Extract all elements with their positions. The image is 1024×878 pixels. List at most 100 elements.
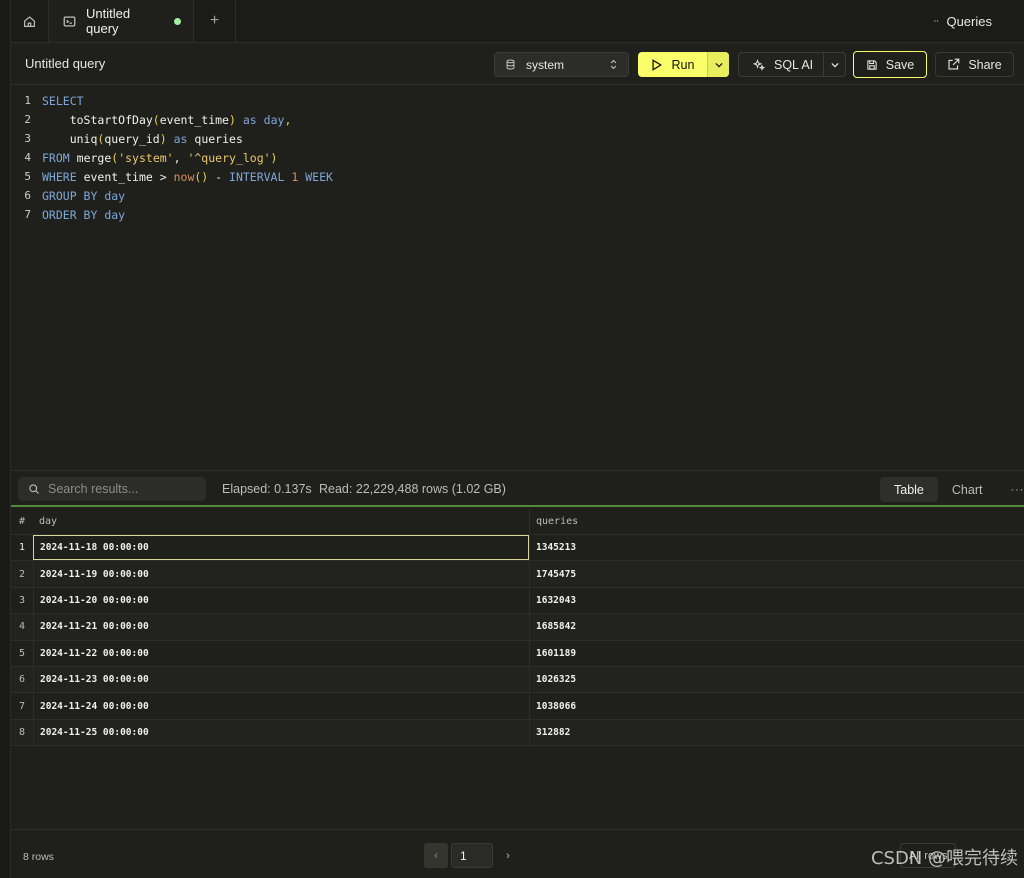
home-icon (23, 15, 36, 28)
tab-untitled-query[interactable]: Untitled query (49, 0, 194, 42)
watermark-text: CSDN @喂完待续 (870, 848, 1018, 869)
line-number: 1 (24, 94, 31, 107)
row-index: 8 (18, 726, 26, 738)
table-row[interactable]: 5 2024-11-22 00:00:00 1601189 (11, 640, 1024, 667)
search-results-input[interactable] (48, 482, 188, 496)
results-toolbar: Elapsed: 0.137s Read: 22,229,488 rows (1… (11, 470, 1024, 507)
pagination: ‹ › (424, 843, 520, 868)
tab-chart[interactable]: Chart (938, 477, 997, 502)
identifier-token: query_id (104, 131, 160, 146)
results-grid: # day queries 1 2024-11-18 00:00:00 134521… (11, 509, 1024, 747)
query-title[interactable]: Untitled query (25, 56, 105, 71)
sql-ai-options-button[interactable] (823, 53, 845, 76)
cell-day[interactable]: 2024-11-24 00:00:00 (33, 693, 529, 719)
rows-count: 8 rows (23, 851, 54, 863)
cell-queries[interactable]: 1745475 (529, 561, 1024, 587)
keyword-token: SELECT (42, 93, 84, 108)
queries-label: Queries (946, 13, 992, 29)
run-options-button[interactable] (707, 52, 729, 77)
sql-editor[interactable]: 1 SELECT 2 toStartOfDay(event_time) as da… (11, 86, 1024, 470)
cell-queries[interactable]: 312882 (529, 719, 1024, 746)
read-stats: Read: 22,229,488 rows (1.02 GB) (319, 482, 506, 496)
save-label: Save (885, 57, 915, 72)
code-line: 6 GROUP BY day (11, 186, 125, 205)
table-row[interactable]: 3 2024-11-20 00:00:00 1632043 (11, 587, 1024, 615)
string-token: '^query_log' (187, 150, 271, 165)
table-row[interactable]: 4 2024-11-21 00:00:00 1685842 (11, 614, 1024, 641)
sql-ai-button-group: SQL AI (738, 52, 846, 77)
chevron-down-icon (714, 62, 723, 68)
identifier-token: queries (194, 131, 243, 146)
cell-queries[interactable]: 1601189 (529, 640, 1024, 666)
keyword-token: INTERVAL (229, 169, 285, 184)
tab-table[interactable]: Table (880, 477, 938, 502)
elapsed-time: Elapsed: 0.137s (222, 482, 312, 496)
function-token: toStartOfDay (69, 112, 153, 127)
database-icon (505, 59, 516, 70)
new-tab-button[interactable]: + (194, 0, 236, 42)
search-results-box[interactable] (18, 477, 206, 501)
line-number: 2 (24, 113, 31, 126)
cell-day[interactable]: 2024-11-19 00:00:00 (33, 561, 529, 587)
cell-day[interactable]: 2024-11-21 00:00:00 (33, 614, 529, 640)
code-line: 3 uniq(query_id) as queries (11, 129, 243, 148)
table-row[interactable]: 1 2024-11-18 00:00:00 1345213 (11, 535, 1024, 562)
column-header-queries[interactable]: queries (529, 509, 1024, 534)
line-number: 3 (24, 132, 31, 145)
chevron-down-icon (830, 62, 839, 68)
page-number-input[interactable] (451, 843, 493, 868)
play-icon (651, 58, 662, 71)
prev-page-button[interactable]: ‹ (424, 843, 448, 868)
table-row[interactable]: 7 2024-11-24 00:00:00 1038066 (11, 693, 1024, 720)
share-icon (947, 58, 960, 71)
cell-queries[interactable]: 1685842 (529, 614, 1024, 640)
column-header-day[interactable]: day (33, 516, 529, 527)
tab-label: Untitled query (86, 6, 131, 36)
cell-queries[interactable]: 1038066 (529, 693, 1024, 719)
table-row[interactable]: 2 2024-11-19 00:00:00 1745475 (11, 561, 1024, 588)
code-line: 5 WHERE event_time > now() - INTERVAL 1 W… (11, 167, 333, 186)
more-options-button[interactable]: ··· (1002, 484, 1024, 496)
sparkle-icon (753, 58, 765, 71)
line-number: 4 (24, 151, 31, 164)
run-label: Run (671, 57, 695, 72)
table-row[interactable]: 6 2024-11-23 00:00:00 1026325 (11, 666, 1024, 694)
row-index: 1 (18, 542, 26, 554)
save-button[interactable]: Save (853, 51, 927, 78)
next-page-button[interactable]: › (496, 843, 520, 868)
grid-header: # day queries (11, 509, 1024, 535)
cell-queries[interactable]: 1345213 (529, 535, 1024, 561)
home-tab[interactable] (11, 0, 49, 42)
cell-day[interactable]: 2024-11-20 00:00:00 (33, 587, 529, 614)
database-name: system (526, 57, 565, 72)
view-toggle: Table Chart ··· (880, 477, 1024, 502)
cell-day[interactable]: 2024-11-18 00:00:00 (33, 535, 529, 561)
cell-queries[interactable]: 1026325 (529, 666, 1024, 693)
cell-day[interactable]: 2024-11-22 00:00:00 (33, 640, 529, 666)
cell-day[interactable]: 2024-11-25 00:00:00 (33, 719, 529, 746)
tab-spacer (236, 0, 917, 42)
tab-bar: Untitled query + ·· Queries (11, 0, 1024, 43)
unsaved-dot-icon (174, 17, 181, 25)
code-line: 4 FROM merge('system', '^query_log') (11, 148, 277, 167)
left-edge (0, 0, 11, 878)
dots-icon: ·· (933, 15, 939, 27)
run-button[interactable]: Run (638, 52, 707, 77)
run-button-group: Run (638, 52, 729, 77)
cell-day[interactable]: 2024-11-23 00:00:00 (33, 666, 529, 693)
save-icon (866, 59, 878, 71)
keyword-token: FROM (42, 150, 70, 165)
row-index: 7 (18, 700, 26, 712)
keyword-token: WEEK (305, 169, 333, 184)
share-button[interactable]: Share (935, 52, 1014, 77)
updown-chevron-icon (609, 59, 618, 70)
database-select[interactable]: system (494, 52, 629, 77)
string-token: 'system' (118, 150, 174, 165)
table-row[interactable]: 8 2024-11-25 00:00:00 312882 (11, 719, 1024, 747)
cell-queries[interactable]: 1632043 (529, 587, 1024, 614)
grid-body: 1 2024-11-18 00:00:00 1345213 2 2024-11-19 0… (11, 535, 1024, 747)
sql-ai-button[interactable]: SQL AI (739, 53, 823, 76)
query-toolbar: Untitled query system Run SQL AI Save Sh… (11, 44, 1024, 85)
queries-button[interactable]: ·· Queries (917, 0, 1024, 42)
code-line: 1 SELECT (11, 91, 84, 110)
